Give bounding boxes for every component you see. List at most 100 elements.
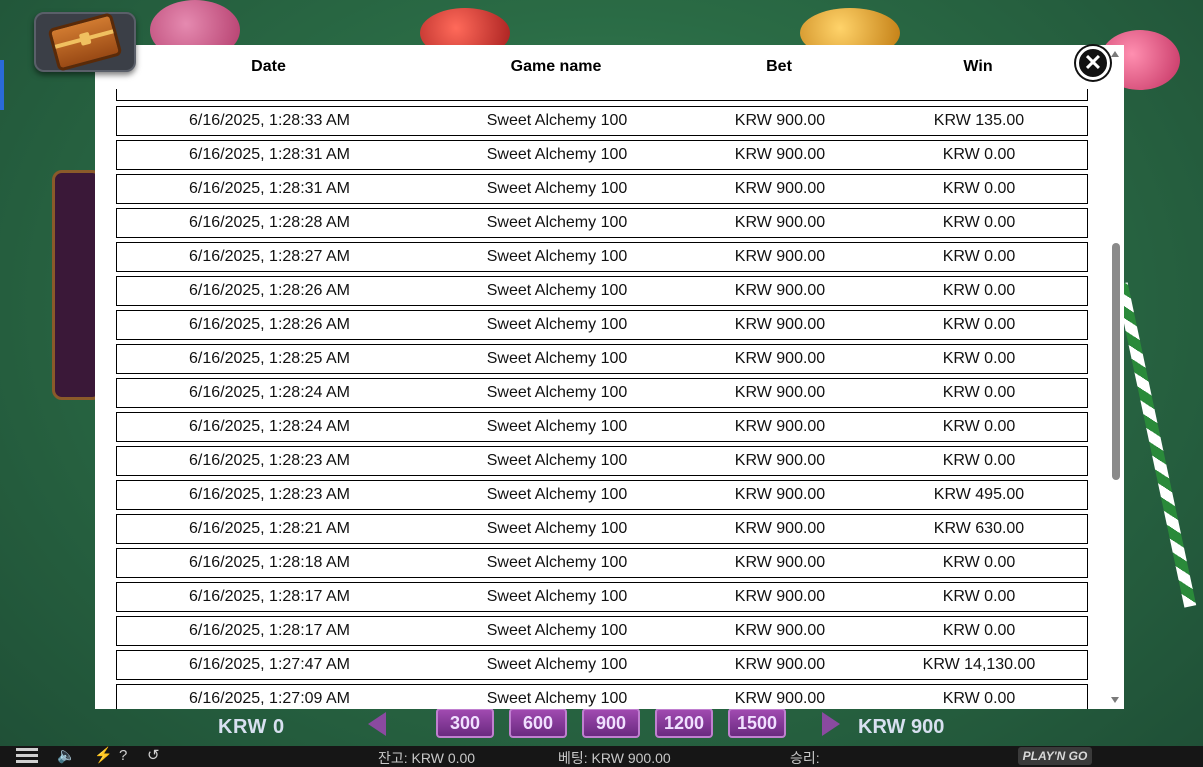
cell-bet: KRW 900.00: [734, 282, 826, 299]
cell-win: KRW 0.00: [942, 350, 1016, 367]
table-row: 6/16/2025, 1:28:25 AM Sweet Alchemy 100 KR…: [116, 344, 1088, 374]
cell-win: KRW 0.00: [942, 214, 1016, 231]
history-modal: Date Game name Bet Win 6/16/2025, 1:28:3…: [95, 45, 1124, 709]
cell-date: 6/16/2025, 1:28:26 AM: [188, 316, 350, 333]
cell-date: 6/16/2025, 1:28:17 AM: [188, 588, 350, 605]
table-row: 6/16/2025, 1:28:28 AM Sweet Alchemy 100 KR…: [116, 208, 1088, 238]
cell-bet: KRW 900.00: [734, 656, 826, 673]
table-row: 6/16/2025, 1:28:31 AM Sweet Alchemy 100 KR…: [116, 174, 1088, 204]
sound-icon[interactable]: 🔈: [57, 748, 76, 764]
table-row: 6/16/2025, 1:27:09 AM Sweet Alchemy 100 KR…: [116, 684, 1088, 709]
header-win: Win: [963, 58, 993, 75]
scroll-down-arrow-icon[interactable]: [1111, 697, 1119, 703]
cell-game-name: Sweet Alchemy 100: [486, 384, 628, 401]
cell-bet: KRW 900.00: [734, 180, 826, 197]
status-bar: 🔈 ⚡ ? ↺ 잔고: KRW 0.00 베팅: KRW 900.00 승리: …: [0, 746, 1203, 767]
cell-date: 6/16/2025, 1:28:31 AM: [188, 180, 350, 197]
bet-decrease-arrow-icon[interactable]: [368, 712, 386, 736]
treasure-chest-icon: [47, 12, 123, 72]
cell-date: 6/16/2025, 1:28:28 AM: [188, 214, 350, 231]
bet-chip[interactable]: 1500: [728, 708, 786, 738]
cell-win: KRW 0.00: [942, 384, 1016, 401]
bet-increase-arrow-icon[interactable]: [822, 712, 840, 736]
cell-win: KRW 0.00: [942, 554, 1016, 571]
cell-game-name: Sweet Alchemy 100: [486, 350, 628, 367]
cell-date: 6/16/2025, 1:28:26 AM: [188, 282, 350, 299]
cell-game-name: Sweet Alchemy 100: [486, 656, 628, 673]
bet-chip[interactable]: 600: [509, 708, 567, 738]
balance-display: KRW 0: [218, 716, 285, 738]
close-button[interactable]: ✕: [1076, 46, 1110, 80]
cell-bet: KRW 900.00: [734, 316, 826, 333]
scrollbar-thumb[interactable]: [1112, 243, 1120, 480]
cell-game-name: Sweet Alchemy 100: [486, 452, 628, 469]
cell-win: KRW 0.00: [942, 180, 1016, 197]
cell-win: KRW 14,130.00: [922, 656, 1036, 673]
cell-win: KRW 0.00: [942, 146, 1016, 163]
cell-win: KRW 135.00: [933, 112, 1025, 129]
cell-win: KRW 0.00: [942, 316, 1016, 333]
cell-win: KRW 0.00: [942, 588, 1016, 605]
table-row: 6/16/2025, 1:28:17 AM Sweet Alchemy 100 KR…: [116, 582, 1088, 612]
cell-game-name: Sweet Alchemy 100: [486, 588, 628, 605]
cell-game-name: Sweet Alchemy 100: [486, 214, 628, 231]
table-row: 6/16/2025, 1:28:24 AM Sweet Alchemy 100 KR…: [116, 378, 1088, 408]
help-icon[interactable]: ?: [119, 748, 127, 764]
treasure-chest-button[interactable]: [34, 12, 136, 72]
cell-bet: KRW 900.00: [734, 350, 826, 367]
bet-chip[interactable]: 300: [436, 708, 494, 738]
history-icon[interactable]: ↺: [147, 748, 160, 764]
bet-row: KRW 0 300 600 900 1200 1500 KRW 900: [0, 708, 1203, 746]
cell-game-name: Sweet Alchemy 100: [486, 554, 628, 571]
turbo-icon[interactable]: ⚡: [94, 748, 113, 764]
cell-date: 6/16/2025, 1:28:17 AM: [188, 622, 350, 639]
win-text: 승리:: [790, 750, 820, 766]
cell-game-name: Sweet Alchemy 100: [486, 180, 628, 197]
candy-stick-decoration: [1115, 282, 1197, 608]
header-bet: Bet: [766, 58, 792, 75]
cell-bet: KRW 900.00: [734, 486, 826, 503]
close-icon: ✕: [1083, 50, 1103, 75]
balance-text: 잔고: KRW 0.00: [378, 750, 476, 766]
edge-strip: [0, 60, 4, 110]
cell-game-name: Sweet Alchemy 100: [486, 418, 628, 435]
cell-game-name: Sweet Alchemy 100: [486, 316, 628, 333]
cell-bet: KRW 900.00: [734, 622, 826, 639]
bet-chip[interactable]: 900: [582, 708, 640, 738]
header-game-name: Game name: [510, 58, 602, 75]
table-row: 6/16/2025, 1:28:33 AM Sweet Alchemy 100 KR…: [116, 106, 1088, 136]
cell-date: 6/16/2025, 1:27:47 AM: [188, 656, 350, 673]
cell-date: 6/16/2025, 1:28:18 AM: [188, 554, 350, 571]
scroll-up-arrow-icon[interactable]: [1111, 51, 1119, 57]
cell-bet: KRW 900.00: [734, 418, 826, 435]
cell-date: 6/16/2025, 1:28:27 AM: [188, 248, 350, 265]
table-row: 6/16/2025, 1:28:21 AM Sweet Alchemy 100 KR…: [116, 514, 1088, 544]
cell-date: 6/16/2025, 1:28:23 AM: [188, 452, 350, 469]
total-bet-display: KRW 900: [858, 716, 945, 738]
cell-game-name: Sweet Alchemy 100: [486, 112, 628, 129]
cell-date: 6/16/2025, 1:28:25 AM: [188, 350, 350, 367]
cell-date: 6/16/2025, 1:28:31 AM: [188, 146, 350, 163]
table-row: 6/16/2025, 1:28:31 AM Sweet Alchemy 100 KR…: [116, 140, 1088, 170]
header-date: Date: [251, 58, 286, 75]
cell-game-name: Sweet Alchemy 100: [486, 690, 628, 707]
cell-win: KRW 630.00: [933, 520, 1025, 537]
cell-game-name: Sweet Alchemy 100: [486, 282, 628, 299]
bet-chip[interactable]: 1200: [655, 708, 713, 738]
cell-bet: KRW 900.00: [734, 248, 826, 265]
cell-win: KRW 0.00: [942, 418, 1016, 435]
table-row: 6/16/2025, 1:28:27 AM Sweet Alchemy 100 KR…: [116, 242, 1088, 272]
cell-date: 6/16/2025, 1:28:33 AM: [188, 112, 350, 129]
scrollbar[interactable]: [1107, 45, 1124, 709]
cell-game-name: Sweet Alchemy 100: [486, 248, 628, 265]
cell-bet: KRW 900.00: [734, 384, 826, 401]
cell-game-name: Sweet Alchemy 100: [486, 146, 628, 163]
table-row: 6/16/2025, 1:28:26 AM Sweet Alchemy 100 KR…: [116, 310, 1088, 340]
cell-win: KRW 495.00: [933, 486, 1025, 503]
cell-win: KRW 0.00: [942, 452, 1016, 469]
cell-bet: KRW 900.00: [734, 112, 826, 129]
menu-icon[interactable]: [16, 748, 38, 764]
history-table[interactable]: 6/16/2025, 1:28:33 AM Sweet Alchemy 100 KR…: [116, 45, 1088, 709]
cell-game-name: Sweet Alchemy 100: [486, 486, 628, 503]
cell-date: 6/16/2025, 1:28:24 AM: [188, 418, 350, 435]
